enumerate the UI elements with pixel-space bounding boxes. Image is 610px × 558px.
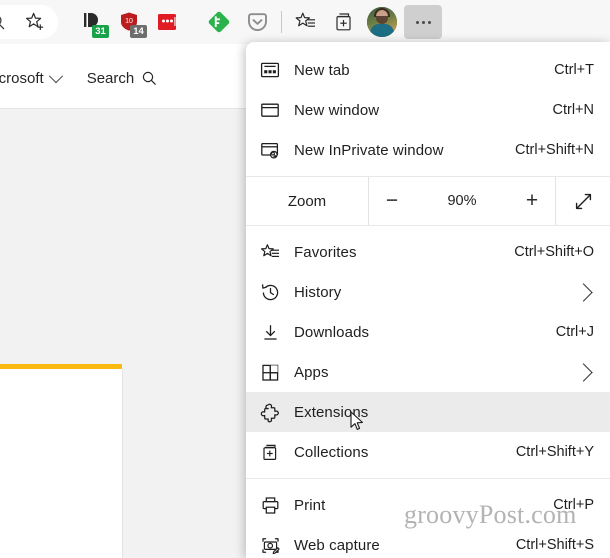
extension-red-icon[interactable]	[148, 3, 186, 41]
ellipsis-dot-1	[415, 20, 419, 24]
menu-item-new-inprivate-window[interactable]: New InPrivate window Ctrl+Shift+N	[246, 130, 610, 170]
menu-item-label: Extensions	[294, 403, 369, 421]
menu-item-accelerator: Ctrl+Shift+N	[515, 142, 594, 158]
menu-item-accelerator: Ctrl+Shift+Y	[515, 444, 594, 460]
browser-toolbar: 31 10 14	[0, 0, 610, 44]
new-tab-icon	[260, 60, 294, 80]
extension-docs-icon[interactable]: 31	[72, 3, 110, 41]
menu-item-print[interactable]: Print Ctrl+P	[246, 485, 610, 525]
menu-item-label: Apps	[294, 363, 329, 381]
screenshot-root: 31 10 14 crosoft Search New tab Ctrl+T N…	[0, 0, 610, 558]
nav-all-microsoft[interactable]: All Microsoft	[0, 68, 63, 87]
apps-icon	[260, 362, 294, 383]
menu-item-label: Downloads	[294, 323, 370, 341]
new-inprivate-icon	[260, 140, 294, 161]
zoom-row: Zoom − 90% +	[246, 177, 610, 225]
menu-item-collections[interactable]: Collections Ctrl+Shift+Y	[246, 432, 610, 472]
favorites-icon	[260, 242, 294, 263]
collections-toolbar-icon[interactable]	[325, 3, 363, 41]
search-icon	[143, 71, 157, 86]
profile-avatar[interactable]	[363, 3, 401, 41]
menu-item-favorites[interactable]: Favorites Ctrl+Shift+O	[246, 232, 610, 272]
menu-item-label: Print	[294, 496, 326, 514]
menu-item-accelerator: Ctrl+P	[553, 497, 594, 513]
address-bar-trailing	[0, 5, 58, 39]
extension-docs-badge: 31	[92, 25, 109, 38]
feedly-icon[interactable]	[200, 3, 238, 41]
zoom-in-button[interactable]: +	[509, 189, 555, 213]
menu-top-padding	[246, 42, 610, 50]
menu-item-extensions[interactable]: Extensions	[246, 392, 610, 432]
menu-item-label: New tab	[294, 61, 350, 79]
content-card	[0, 369, 123, 558]
menu-item-downloads[interactable]: Downloads Ctrl+J	[246, 312, 610, 352]
toolbar-items: 31 10 14	[0, 0, 442, 44]
zoom-controls: − 90% +	[368, 177, 555, 225]
menu-item-label: Web capture	[294, 536, 380, 554]
zoom-label: Zoom	[287, 192, 327, 210]
menu-item-web-capture[interactable]: Web capture Ctrl+Shift+S	[246, 525, 610, 558]
fullscreen-button[interactable]	[555, 177, 610, 225]
collections-icon	[260, 442, 294, 463]
menu-item-new-window[interactable]: New window Ctrl+N	[246, 90, 610, 130]
nav-all-microsoft-label: All Microsoft	[0, 70, 44, 87]
chevron-right-icon	[574, 362, 593, 382]
menu-item-label: History	[294, 283, 342, 301]
menu-item-label: Favorites	[294, 243, 357, 261]
menu-item-accelerator: Ctrl+Shift+O	[514, 244, 594, 260]
extension-calendar-icon[interactable]: 10 14	[110, 3, 148, 41]
fullscreen-icon	[573, 191, 594, 212]
nav-search-label: Search	[86, 70, 135, 87]
menu-item-label: Collections	[294, 443, 369, 461]
nav-search[interactable]: Search	[87, 70, 159, 87]
menu-item-accelerator: Ctrl+T	[554, 62, 594, 78]
toolbar-divider	[281, 11, 282, 33]
menu-item-accelerator: Ctrl+N	[552, 102, 595, 118]
zoom-out-button[interactable]: −	[369, 189, 415, 213]
extension-calendar-badge: 14	[130, 25, 147, 38]
web-capture-icon	[260, 535, 294, 556]
menu-item-history[interactable]: History	[246, 272, 610, 312]
zoom-level: 90%	[447, 193, 477, 209]
chevron-right-icon	[574, 282, 593, 302]
downloads-icon	[260, 322, 294, 343]
ellipsis-dot-2	[421, 20, 425, 24]
svg-text:10: 10	[125, 18, 133, 25]
ellipsis-dot-3	[427, 20, 431, 24]
add-favorite-icon[interactable]	[16, 3, 54, 41]
menu-item-apps[interactable]: Apps	[246, 352, 610, 392]
settings-and-more-button[interactable]	[404, 5, 442, 39]
chevron-down-icon	[48, 68, 63, 83]
favorites-toolbar-icon[interactable]	[287, 3, 325, 41]
print-icon	[260, 495, 294, 516]
menu-item-label: New InPrivate window	[294, 141, 444, 159]
search-icon[interactable]	[0, 3, 16, 41]
site-nav: All Microsoft Search	[0, 68, 159, 87]
menu-item-accelerator: Ctrl+Shift+S	[515, 537, 594, 553]
menu-item-new-tab[interactable]: New tab Ctrl+T	[246, 50, 610, 90]
menu-item-label: New window	[294, 101, 380, 119]
avatar	[367, 7, 397, 37]
settings-and-more-menu: New tab Ctrl+T New window Ctrl+N New InP…	[246, 42, 610, 558]
history-icon	[260, 282, 294, 303]
pocket-icon[interactable]	[238, 3, 276, 41]
new-window-icon	[260, 100, 294, 120]
extensions-icon	[260, 402, 294, 423]
menu-item-accelerator: Ctrl+J	[555, 324, 594, 340]
